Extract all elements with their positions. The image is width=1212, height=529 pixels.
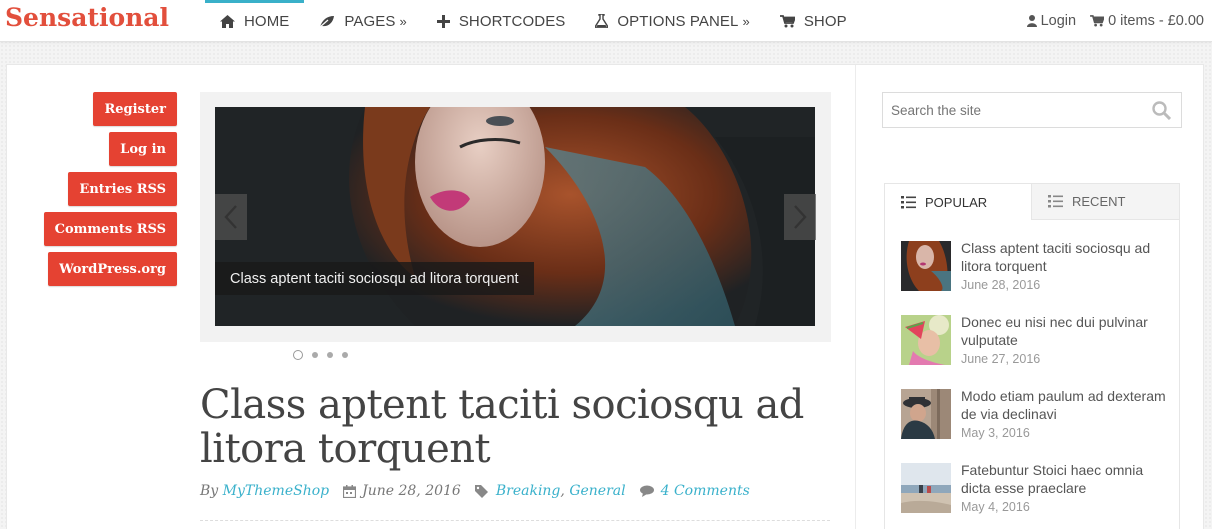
cart-icon — [1090, 15, 1105, 27]
list-item[interactable]: Fatebuntur Stoici haec omnia dicta esse … — [901, 462, 1171, 529]
tab-bar: POPULAR RECENT — [885, 184, 1179, 220]
chevron-left-icon — [224, 205, 237, 229]
by-label: By — [200, 483, 219, 499]
author-link[interactable]: MyThemeShop — [223, 483, 329, 499]
tabs-widget: POPULAR RECENT Class aptent taciti socio… — [884, 183, 1180, 529]
login-link[interactable]: Login — [1026, 13, 1077, 29]
slider-dot[interactable] — [312, 352, 318, 358]
site-logo[interactable]: Sensational — [5, 3, 169, 32]
nav-item-pages[interactable]: PAGES » — [304, 0, 421, 42]
slider-prev-button[interactable] — [215, 194, 247, 240]
nav-item-shop[interactable]: SHOP — [765, 0, 862, 42]
post-item-title[interactable]: Class aptent taciti sociosqu ad litora t… — [961, 239, 1171, 275]
post-thumbnail[interactable] — [901, 463, 951, 513]
post-divider — [200, 520, 830, 521]
plus-icon — [436, 14, 450, 28]
chevron-right-icon: » — [742, 13, 750, 29]
post-title[interactable]: Class aptent taciti sociosqu ad litora t… — [200, 383, 840, 471]
search-form — [882, 92, 1182, 128]
user-icon — [1026, 15, 1037, 27]
meta-widget: Register Log in Entries RSS Comments RSS… — [7, 65, 177, 365]
post-thumbnail[interactable] — [901, 315, 951, 365]
list-item[interactable]: Donec eu nisi nec dui pulvinar vulputate… — [901, 314, 1171, 388]
tab-recent-label: RECENT — [1072, 194, 1126, 209]
post-thumbnail[interactable] — [901, 389, 951, 439]
nav-label-shop: SHOP — [803, 12, 847, 30]
search-input[interactable] — [883, 93, 1133, 127]
category-link-general[interactable]: General — [569, 483, 625, 499]
slider-dot[interactable] — [293, 350, 303, 360]
slide-caption[interactable]: Class aptent taciti sociosqu ad litora t… — [215, 262, 534, 295]
chevron-right-icon — [794, 205, 807, 229]
comments-rss-button[interactable]: Comments RSS — [43, 212, 177, 246]
post-thumbnail[interactable] — [901, 241, 951, 291]
post-item-date: May 3, 2016 — [961, 426, 1030, 440]
numbered-list-icon — [901, 195, 916, 208]
cart-icon — [779, 14, 795, 28]
wordpress-org-button[interactable]: WordPress.org — [48, 252, 177, 286]
popular-posts-list: Class aptent taciti sociosqu ad litora t… — [901, 240, 1171, 529]
nav-item-home[interactable]: HOME — [205, 0, 305, 42]
post-item-title[interactable]: Fatebuntur Stoici haec omnia dicta esse … — [961, 461, 1171, 497]
category-link-breaking[interactable]: Breaking — [496, 483, 561, 499]
post-item-date: June 27, 2016 — [961, 352, 1041, 366]
nav-item-options-panel[interactable]: OPTIONS PANEL » — [580, 0, 764, 42]
list-item[interactable]: Modo etiam paulum ad dexteram de via dec… — [901, 388, 1171, 462]
calendar-icon — [343, 484, 357, 498]
entries-rss-button[interactable]: Entries RSS — [68, 172, 177, 206]
tab-popular-label: POPULAR — [925, 194, 988, 210]
leaf-icon — [319, 15, 335, 28]
log-in-button[interactable]: Log in — [109, 132, 177, 166]
column-divider — [855, 65, 856, 529]
main-container: Register Log in Entries RSS Comments RSS… — [6, 64, 1204, 529]
slider-dot[interactable] — [327, 352, 333, 358]
header-account: Login 0 items - £0.00 — [1013, 0, 1204, 42]
slider-dot[interactable] — [342, 352, 348, 358]
flask-icon — [595, 14, 609, 28]
comments-icon — [639, 485, 655, 497]
post-meta: By MyThemeShop June 28, 2016 Breaking, G… — [200, 483, 750, 499]
slider-next-button[interactable] — [784, 194, 816, 240]
login-label: Login — [1040, 13, 1077, 29]
cart-summary: 0 items - £0.00 — [1108, 13, 1204, 29]
tab-recent[interactable]: RECENT — [1032, 184, 1179, 220]
nav-label-shortcodes: SHORTCODES — [458, 12, 566, 30]
post-date: June 28, 2016 — [362, 483, 461, 499]
home-icon — [220, 14, 235, 28]
post-item-date: May 4, 2016 — [961, 500, 1030, 514]
register-button[interactable]: Register — [93, 92, 177, 126]
slider-pagination — [293, 350, 357, 360]
post-item-date: June 28, 2016 — [961, 278, 1041, 292]
post-item-title[interactable]: Modo etiam paulum ad dexteram de via dec… — [961, 387, 1171, 423]
tags-icon — [474, 484, 490, 498]
list-icon — [1048, 195, 1063, 208]
nav-label-options-panel: OPTIONS PANEL — [617, 12, 739, 30]
nav-label-home: HOME — [244, 12, 290, 30]
comments-link[interactable]: 4 Comments — [661, 483, 750, 499]
nav-item-shortcodes[interactable]: SHORTCODES — [422, 0, 581, 42]
list-item[interactable]: Class aptent taciti sociosqu ad litora t… — [901, 240, 1171, 314]
tab-popular[interactable]: POPULAR — [885, 184, 1032, 220]
main-nav: HOME PAGES » SHORTCODES OPTIONS PANEL » — [205, 0, 862, 42]
site-header: Sensational HOME PAGES » SHORTCODES OPTI… — [0, 0, 1212, 42]
search-icon[interactable] — [1152, 101, 1172, 124]
post-item-title[interactable]: Donec eu nisi nec dui pulvinar vulputate — [961, 313, 1171, 349]
chevron-right-icon: » — [399, 13, 407, 29]
nav-label-pages: PAGES — [344, 12, 396, 30]
cart-link[interactable]: 0 items - £0.00 — [1090, 13, 1204, 29]
featured-slider: Class aptent taciti sociosqu ad litora t… — [200, 92, 831, 342]
